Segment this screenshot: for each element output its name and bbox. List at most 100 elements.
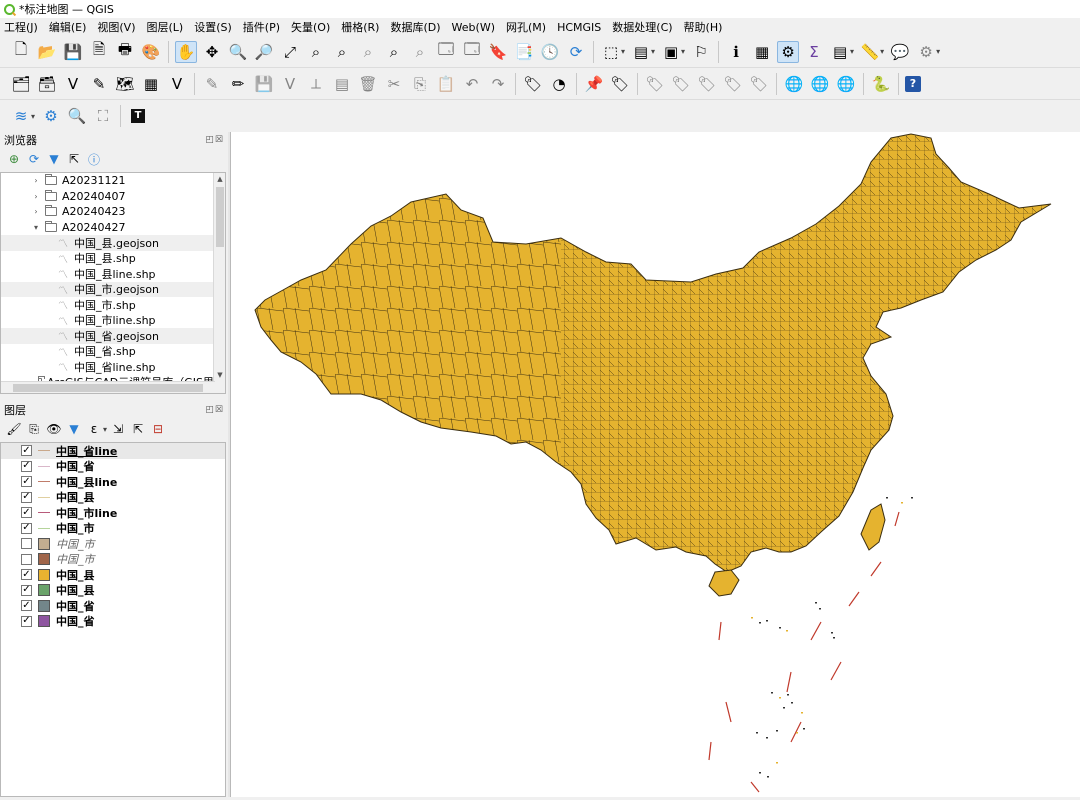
browser-folder-item[interactable]: ▾ A20240427	[1, 220, 225, 236]
scroll-thumb[interactable]	[216, 187, 224, 247]
layer-visibility-checkbox[interactable]: ✓	[21, 522, 32, 534]
menu-item[interactable]: 数据处理(C)	[612, 19, 672, 35]
add-layer-icon[interactable]: ⊕	[6, 151, 22, 167]
layer-item[interactable]: ✓ 中国_县line	[1, 474, 225, 490]
field-calculator-icon[interactable]: ▤	[829, 41, 851, 63]
refresh-icon[interactable]: ⟳	[565, 41, 587, 63]
browser-layer-item[interactable]: 〽中国_县line.shp	[1, 266, 225, 282]
attribute-table-icon[interactable]: ▦	[751, 41, 773, 63]
layer-item[interactable]: ✓ 中国_市line	[1, 505, 225, 521]
add-wms-layer-icon[interactable]: 🗺	[114, 73, 136, 95]
zoom-last-icon[interactable]: ⌕	[383, 41, 405, 63]
horizontal-scrollbar[interactable]	[1, 381, 215, 393]
layer-item[interactable]: ✓ 中国_县	[1, 490, 225, 506]
undo-icon[interactable]: ↶	[461, 73, 483, 95]
chevron-down-icon[interactable]: ▾	[880, 47, 884, 56]
browser-layer-item[interactable]: 〽中国_市line.shp	[1, 313, 225, 329]
chevron-right-icon[interactable]: ›	[31, 192, 41, 201]
layer-stack-icon[interactable]: ≋	[10, 105, 32, 127]
fill-symbol-icon[interactable]	[37, 599, 51, 612]
filter-legend-icon[interactable]: ▼	[66, 421, 82, 437]
rotate-label-icon[interactable]: 🏷	[696, 73, 718, 95]
identify-features-icon[interactable]: ℹ	[725, 41, 747, 63]
menu-item[interactable]: 工程(J)	[4, 19, 38, 35]
line-symbol-icon[interactable]	[37, 481, 51, 483]
layer-item[interactable]: ✓ 中国_省	[1, 598, 225, 614]
paste-features-icon[interactable]: 📋	[435, 73, 457, 95]
globe-icon[interactable]: 🌐	[783, 73, 805, 95]
layer-visibility-checkbox[interactable]	[21, 538, 32, 550]
zoom-to-layer-icon[interactable]: ⌕	[331, 41, 353, 63]
layer-visibility-checkbox[interactable]: ✓	[21, 600, 32, 612]
menu-item[interactable]: 栅格(R)	[341, 19, 379, 35]
layer-visibility-checkbox[interactable]: ✓	[21, 445, 32, 457]
layer-visibility-checkbox[interactable]: ✓	[21, 476, 32, 488]
browser-layer-item[interactable]: 〽中国_县.shp	[1, 251, 225, 267]
open-project-icon[interactable]: 📂	[36, 41, 58, 63]
menu-item[interactable]: 数据库(D)	[390, 19, 440, 35]
layer-visibility-checkbox[interactable]	[21, 553, 32, 565]
redo-icon[interactable]: ↷	[487, 73, 509, 95]
fill-symbol-icon[interactable]	[37, 553, 51, 566]
current-edits-icon[interactable]: ✎	[201, 73, 223, 95]
layer-visibility-checkbox[interactable]: ✓	[21, 507, 32, 519]
copy-features-icon[interactable]: ⎘	[409, 73, 431, 95]
statistics-icon[interactable]: Σ	[803, 41, 825, 63]
line-symbol-icon[interactable]	[37, 465, 51, 467]
collapse-all-icon[interactable]: ⇱	[130, 421, 146, 437]
menu-item[interactable]: HCMGIS	[557, 21, 601, 34]
fullscreen-icon[interactable]: ⛶	[92, 105, 114, 127]
layer-visibility-checkbox[interactable]: ✓	[21, 491, 32, 503]
python-console-icon[interactable]: 🐍	[870, 73, 892, 95]
zoom-full-icon[interactable]: ⤢	[279, 41, 301, 63]
map-tips-icon[interactable]: 💬	[889, 41, 911, 63]
layer-visibility-checkbox[interactable]: ✓	[21, 569, 32, 581]
chevron-down-icon[interactable]: ▾	[850, 47, 854, 56]
highlight-labels-icon[interactable]: 🏷	[609, 73, 631, 95]
layer-item[interactable]: ✓ 中国_省	[1, 614, 225, 630]
zoom-native-icon[interactable]: ⌕	[357, 41, 379, 63]
new-print-layout-icon[interactable]: 🖶	[114, 40, 136, 63]
info-icon[interactable]: ⓘ	[86, 151, 102, 167]
zoom-to-selection-icon[interactable]: ⌕	[305, 41, 327, 63]
toggle-editing-icon[interactable]: ✏	[227, 73, 249, 95]
browser-layer-item[interactable]: 〽中国_县.geojson	[1, 235, 225, 251]
delete-selected-icon[interactable]: 🗑	[357, 73, 379, 95]
vertex-tool-icon[interactable]: ⟂	[305, 73, 327, 95]
map-canvas[interactable]	[230, 132, 1080, 797]
chevron-down-icon[interactable]: ▾	[31, 223, 41, 232]
move-label-icon[interactable]: 🏷	[670, 73, 692, 95]
browser-layer-item[interactable]: 〽中国_市.shp	[1, 297, 225, 313]
layer-item[interactable]: ✓ 中国_县	[1, 567, 225, 583]
zoom-next-icon[interactable]: ⌕	[409, 41, 431, 63]
scroll-up-icon[interactable]: ▲	[214, 173, 225, 185]
menu-item[interactable]: Web(W)	[452, 21, 495, 34]
manage-visibility-icon[interactable]: 👁	[46, 421, 62, 437]
select-features-icon[interactable]: ⬚	[600, 41, 622, 63]
add-feature-icon[interactable]: V	[279, 73, 301, 95]
vertical-scrollbar[interactable]: ▲ ▼	[213, 173, 225, 393]
pan-map-icon[interactable]: ✋	[175, 40, 197, 63]
gear-icon[interactable]: ⚙	[40, 105, 62, 127]
zoom-in-icon[interactable]: 🔍	[227, 41, 249, 63]
add-group-icon[interactable]: ⎘	[26, 421, 42, 437]
cut-features-icon[interactable]: ✂	[383, 73, 405, 95]
zoom-out-icon[interactable]: 🔎	[253, 41, 275, 63]
show-bookmarks-icon[interactable]: 📑	[513, 41, 535, 63]
add-virtual-layer-icon[interactable]: V	[166, 73, 188, 95]
change-label-icon[interactable]: 🏷	[722, 73, 744, 95]
search-icon[interactable]: 🔍	[66, 105, 88, 127]
browser-layer-item[interactable]: 〽中国_省line.shp	[1, 359, 225, 375]
chevron-right-icon[interactable]: ›	[31, 176, 41, 185]
data-source-manager-icon[interactable]: 🗂	[10, 73, 32, 95]
layer-visibility-checkbox[interactable]: ✓	[21, 615, 32, 627]
menu-item[interactable]: 帮助(H)	[684, 19, 723, 35]
expand-all-icon[interactable]: ⇲	[110, 421, 126, 437]
pin-labels-icon[interactable]: 📌	[583, 73, 605, 95]
browser-layer-item[interactable]: 〽中国_市.geojson	[1, 281, 225, 297]
line-symbol-icon[interactable]	[37, 527, 51, 529]
layer-item[interactable]: ✓ 中国_省	[1, 459, 225, 475]
save-as-icon[interactable]: 🗎	[88, 40, 110, 63]
new-project-icon[interactable]: 🗋	[10, 40, 32, 63]
layer-item[interactable]: ✓ 中国_市	[1, 521, 225, 537]
